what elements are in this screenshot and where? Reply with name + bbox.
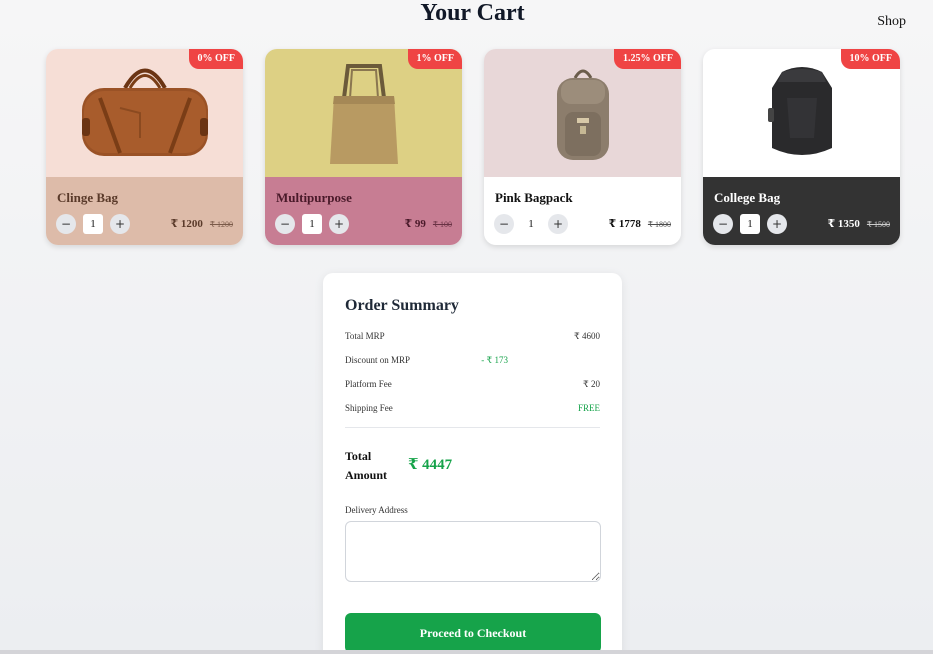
summary-row-total-mrp: Total MRP ₹ 4600 — [345, 331, 600, 355]
original-price: ₹ 100 — [432, 220, 452, 229]
quantity-stepper: − 1 + — [713, 214, 787, 234]
price: ₹ 1778 — [608, 218, 641, 230]
quantity-value[interactable]: 1 — [302, 214, 322, 234]
product-image: 1.25% OFF — [484, 49, 681, 177]
discount-badge: 1% OFF — [407, 49, 462, 69]
summary-label: Platform Fee — [345, 379, 392, 389]
decrease-qty-button[interactable]: − — [56, 214, 76, 234]
bottom-scrollbar — [0, 650, 933, 654]
product-image: 0% OFF — [46, 49, 243, 177]
product-card-college-bag: 10% OFF College Bag − 1 + ₹ 1350 ₹ 1500 — [703, 49, 900, 245]
discount-badge: 1.25% OFF — [614, 49, 681, 69]
quantity-stepper: − 1 + — [275, 214, 349, 234]
quantity-stepper: − 1 + — [494, 214, 568, 234]
product-card-pink-bagpack: 1.25% OFF Pink Bagpack − 1 + ₹ 1778 ₹ 18… — [484, 49, 681, 245]
summary-value: - ₹ 173 — [481, 355, 508, 365]
total-amount-label: Total Amount — [345, 449, 388, 482]
product-card-clinge-bag: 0% OFF Clinge Bag − 1 + ₹ 1200 ₹ 1200 — [46, 49, 243, 245]
increase-qty-button[interactable]: + — [110, 214, 130, 234]
summary-value: ₹ 20 — [583, 379, 600, 389]
original-price: ₹ 1800 — [647, 220, 671, 229]
card-body: Clinge Bag − 1 + ₹ 1200 ₹ 1200 — [46, 177, 243, 245]
card-body: College Bag − 1 + ₹ 1350 ₹ 1500 — [703, 177, 900, 245]
increase-qty-button[interactable]: + — [329, 214, 349, 234]
summary-row-discount: Discount on MRP - ₹ 173 — [345, 355, 600, 379]
summary-label: Total MRP — [345, 331, 385, 341]
price-row: ₹ 1200 ₹ 1200 — [171, 217, 234, 230]
decrease-qty-button[interactable]: − — [494, 214, 514, 234]
product-name: Clinge Bag — [57, 190, 119, 205]
total-amount-row: Total Amount ₹ 4447 — [345, 444, 600, 504]
summary-label: Shipping Fee — [345, 403, 393, 413]
shop-link[interactable]: Shop — [877, 14, 906, 30]
original-price: ₹ 1500 — [866, 220, 890, 229]
tote-bag-icon — [329, 64, 398, 164]
summary-value: FREE — [577, 403, 600, 413]
product-card-multipurpose: 1% OFF Multipurpose − 1 + ₹ 99 ₹ 100 — [265, 49, 462, 245]
increase-qty-button[interactable]: + — [767, 214, 787, 234]
price: ₹ 1200 — [170, 218, 203, 230]
price: ₹ 99 — [404, 218, 426, 230]
decrease-qty-button[interactable]: − — [713, 214, 733, 234]
summary-value: ₹ 4600 — [574, 331, 600, 341]
product-name: Pink Bagpack — [495, 190, 573, 205]
total-amount-value: ₹ 4447 — [408, 457, 453, 473]
price-row: ₹ 99 ₹ 100 — [405, 217, 453, 230]
delivery-address-label: Delivery Address — [345, 505, 408, 515]
order-summary-title: Order Summary — [345, 297, 459, 314]
price: ₹ 1350 — [827, 218, 860, 230]
laptop-backpack-icon — [767, 67, 832, 155]
summary-label: Discount on MRP — [345, 355, 411, 365]
product-name: Multipurpose — [276, 190, 352, 205]
quantity-value[interactable]: 1 — [83, 214, 103, 234]
product-image: 10% OFF — [703, 49, 900, 177]
order-summary-panel: Order Summary Total MRP ₹ 4600 Discount … — [323, 273, 622, 654]
product-name: College Bag — [714, 190, 781, 205]
quantity-value[interactable]: 1 — [740, 214, 760, 234]
discount-badge: 10% OFF — [840, 49, 900, 69]
proceed-to-checkout-button[interactable]: Proceed to Checkout — [345, 613, 601, 653]
increase-qty-button[interactable]: + — [548, 214, 568, 234]
summary-row-shipping-fee: Shipping Fee FREE — [345, 403, 600, 427]
price-row: ₹ 1778 ₹ 1800 — [609, 217, 672, 230]
original-price: ₹ 1200 — [209, 220, 233, 229]
quantity-value[interactable]: 1 — [521, 214, 541, 234]
product-list: 0% OFF Clinge Bag − 1 + ₹ 1200 ₹ 1200 1% — [46, 49, 900, 245]
product-image: 1% OFF — [265, 49, 462, 177]
duffel-bag-icon — [81, 68, 208, 156]
card-body: Multipurpose − 1 + ₹ 99 ₹ 100 — [265, 177, 462, 245]
page-title: Your Cart — [420, 0, 525, 26]
discount-badge: 0% OFF — [188, 49, 243, 69]
backpack-icon — [556, 69, 609, 160]
delivery-address-input[interactable] — [345, 521, 601, 582]
quantity-stepper: − 1 + — [56, 214, 130, 234]
card-body: Pink Bagpack − 1 + ₹ 1778 ₹ 1800 — [484, 177, 681, 245]
price-row: ₹ 1350 ₹ 1500 — [828, 217, 891, 230]
summary-row-platform-fee: Platform Fee ₹ 20 — [345, 379, 600, 403]
divider — [345, 427, 600, 428]
decrease-qty-button[interactable]: − — [275, 214, 295, 234]
